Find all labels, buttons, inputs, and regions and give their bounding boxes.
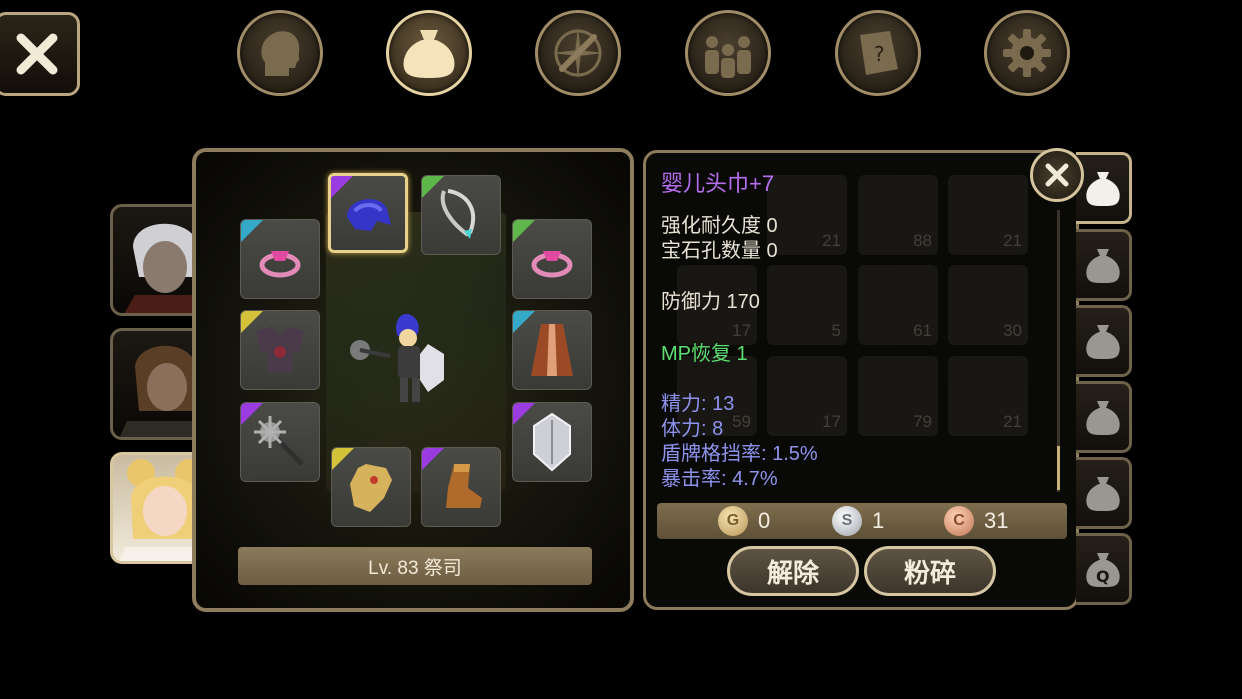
bag-icon: [1085, 249, 1120, 283]
item-enhance-durability: 强化耐久度 0: [661, 215, 778, 237]
item-name: 婴儿头巾+7: [661, 171, 775, 196]
bg-cell-count: 79: [913, 412, 932, 431]
party-icon: [705, 36, 751, 78]
bg-cell-count: 88: [913, 231, 932, 250]
unequip-button[interactable]: 解除: [727, 546, 859, 596]
scroll-question-icon: ?: [860, 31, 898, 75]
bg-inventory-cell: 21: [948, 356, 1028, 436]
equip-slot-weapon[interactable]: [240, 402, 320, 482]
ring-icon: [531, 251, 573, 278]
gold-amount: 0: [758, 508, 771, 533]
bag-icon: [1085, 172, 1120, 206]
quest-bag-icon: Q: [1085, 553, 1120, 587]
tab-inventory[interactable]: [386, 10, 472, 96]
bag-tab-4[interactable]: [1076, 381, 1132, 453]
shield-icon: [533, 412, 571, 472]
bg-cell-count: 30: [1003, 321, 1022, 340]
tab-character[interactable]: [237, 10, 323, 96]
close-button[interactable]: [0, 12, 80, 96]
bag-tab-1[interactable]: [1076, 152, 1132, 224]
item-stat-crit: 暴击率: 4.7%: [661, 468, 778, 490]
bag-icon: [1085, 477, 1120, 511]
equip-slot-shield[interactable]: [512, 402, 592, 482]
ring-icon: [259, 251, 301, 278]
copper-coin-icon: C: [944, 506, 974, 536]
smash-button[interactable]: 粉碎: [864, 546, 996, 596]
quest-bag-label: Q: [1096, 567, 1110, 586]
gear-icon: [1003, 29, 1051, 77]
bg-inventory-cell: 88: [858, 175, 938, 255]
close-icon: [1045, 163, 1069, 187]
close-item-info-button[interactable]: [1030, 148, 1084, 202]
bg-cell-count: 21: [822, 231, 841, 250]
silver-amount: 1: [872, 508, 885, 533]
bag-tab-5[interactable]: [1076, 457, 1132, 529]
compass-sword-icon: [552, 27, 604, 79]
equip-slot-ring-left[interactable]: [240, 219, 320, 299]
bg-cell-count: 17: [732, 321, 751, 340]
bg-cell-count: 61: [913, 321, 932, 340]
item-defense: 防御力 170: [661, 291, 760, 313]
bg-inventory-cell: 79: [858, 356, 938, 436]
bg-cell-count: 21: [1003, 231, 1022, 250]
bg-cell-count: 59: [732, 412, 751, 431]
bg-inventory-cell: 21: [767, 175, 847, 255]
bag-tab-quest[interactable]: Q: [1076, 533, 1132, 605]
svg-text:?: ?: [874, 42, 885, 66]
bg-cell-count: 5: [831, 321, 841, 340]
equip-slot-necklace[interactable]: [421, 175, 501, 255]
equip-slot-boots[interactable]: [421, 447, 501, 527]
item-stat-block: 盾牌格挡率: 1.5%: [661, 443, 818, 465]
item-bonus-mp-regen: MP恢复 1: [661, 343, 748, 365]
equip-slot-ring-right[interactable]: [512, 219, 592, 299]
tab-party[interactable]: [685, 10, 771, 96]
tab-quests[interactable]: ?: [835, 10, 921, 96]
bag-icon: [1085, 401, 1120, 435]
bag-tab-3[interactable]: [1076, 305, 1132, 377]
copper-amount: 31: [984, 508, 1009, 533]
equip-slot-armor[interactable]: [240, 310, 320, 390]
bg-inventory-cell: 5: [767, 265, 847, 345]
head-icon: [261, 31, 300, 76]
item-stat-stamina: 体力: 8: [661, 418, 724, 440]
tab-skills[interactable]: [535, 10, 621, 96]
equip-slot-gloves[interactable]: [331, 447, 411, 527]
bg-cell-count: 17: [822, 412, 841, 431]
character-level-class: Lv. 83 祭司: [238, 547, 592, 585]
bag-icon: [1085, 325, 1120, 359]
close-icon: [16, 33, 58, 75]
item-gem-slots: 宝石孔数量 0: [661, 240, 778, 262]
bg-cell-count: 21: [1003, 412, 1022, 431]
tab-settings[interactable]: [984, 10, 1070, 96]
character-sprite: [340, 300, 460, 410]
equip-slot-helmet[interactable]: [328, 173, 408, 253]
item-stat-spirit: 精力: 13: [661, 393, 735, 415]
info-scrollbar-thumb[interactable]: [1057, 446, 1060, 490]
bg-inventory-cell: 30: [948, 265, 1028, 345]
bg-inventory-cell: 21: [948, 175, 1028, 255]
silver-coin-icon: S: [832, 506, 862, 536]
bg-inventory-cell: 61: [858, 265, 938, 345]
gold-coin-icon: G: [718, 506, 748, 536]
equip-slot-cloak[interactable]: [512, 310, 592, 390]
bag-icon: [403, 30, 455, 78]
bag-tab-2[interactable]: [1076, 229, 1132, 301]
bg-inventory-cell: 17: [767, 356, 847, 436]
